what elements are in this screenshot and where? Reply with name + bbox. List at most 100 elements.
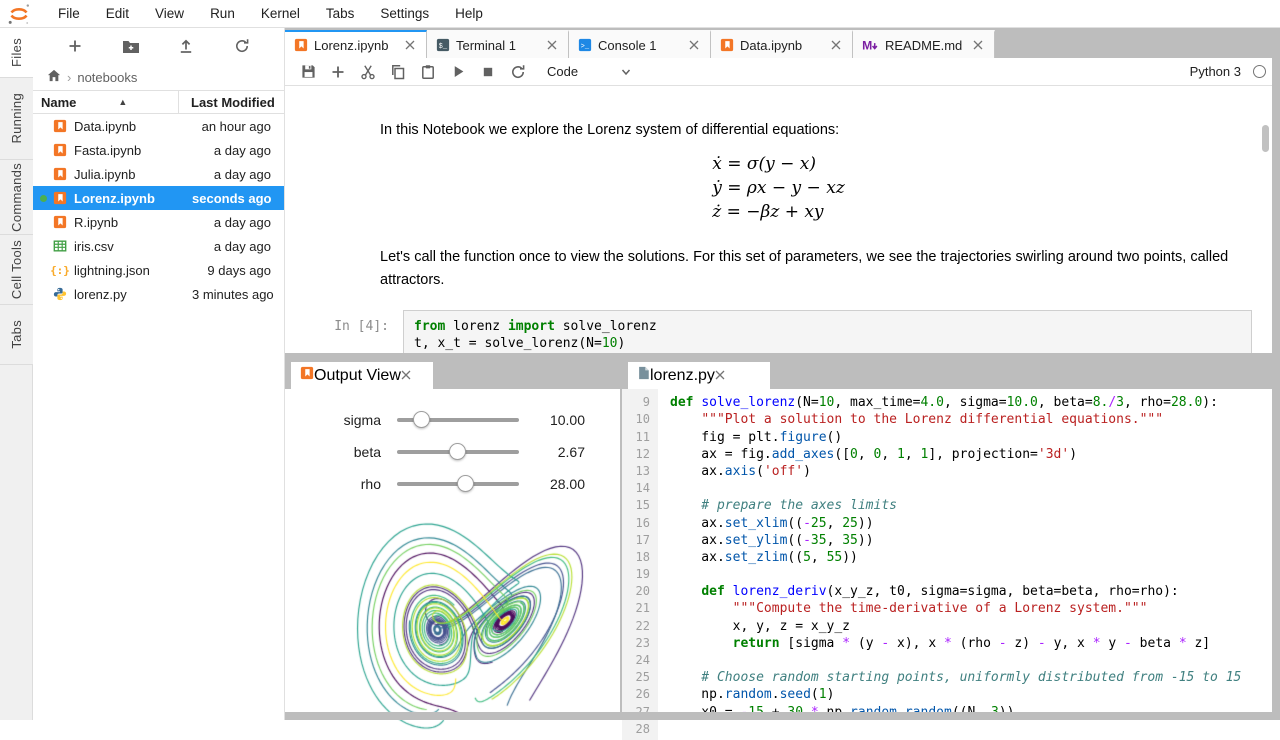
file-browser: › notebooks Name ▲ Last Modified Data.ip… — [33, 28, 285, 720]
slider-handle[interactable] — [413, 411, 430, 428]
upload-button[interactable] — [173, 33, 199, 59]
close-icon[interactable] — [970, 37, 986, 53]
run-button[interactable] — [443, 60, 473, 84]
sidebar-tab-files[interactable]: Files — [0, 28, 34, 78]
slider-handle[interactable] — [449, 443, 466, 460]
sidebar-tab-label: Running — [9, 93, 24, 144]
column-header-modified[interactable]: Last Modified — [179, 95, 275, 110]
menu-settings[interactable]: Settings — [367, 0, 442, 28]
python-icon — [52, 287, 68, 301]
line-number: 26 — [622, 686, 658, 703]
file-row-r-ipynb[interactable]: R.ipynba day ago — [33, 210, 284, 234]
line-number: 15 — [622, 497, 658, 514]
equation-block[interactable]: ẋ = σ(y − x)ẏ = ρx − y − xzż = −βz + xy — [285, 152, 1272, 224]
stop-button[interactable] — [473, 60, 503, 84]
save-button[interactable] — [293, 60, 323, 84]
kernel-name[interactable]: Python 3 — [1190, 64, 1241, 79]
dock-tab-lorenz-ipynb[interactable]: Lorenz.ipynb — [285, 30, 427, 58]
file-row-lorenz-py[interactable]: lorenz.py3 minutes ago — [33, 282, 284, 306]
editor-line: 11 fig = plt.figure() — [622, 429, 1272, 446]
line-number: 19 — [622, 566, 658, 583]
slider-row-sigma: sigma10.00 — [285, 404, 620, 436]
sidebar-tab-label: Tabs — [9, 320, 24, 349]
paste-button[interactable] — [413, 60, 443, 84]
editor-lines: 8 9def solve_lorenz(N=10, max_time=4.0, … — [622, 389, 1272, 738]
insert-cell-button[interactable] — [323, 60, 353, 84]
menu-run[interactable]: Run — [197, 0, 248, 28]
slider-handle[interactable] — [457, 475, 474, 492]
close-icon[interactable] — [544, 37, 560, 53]
dock-tab-label: Terminal 1 — [456, 38, 544, 53]
copy-button[interactable] — [383, 60, 413, 84]
file-row-fasta-ipynb[interactable]: Fasta.ipynba day ago — [33, 138, 284, 162]
home-icon[interactable] — [47, 69, 61, 85]
file-list: Data.ipynban hour agoFasta.ipynba day ag… — [33, 114, 284, 306]
file-row-lightning-json[interactable]: {:}lightning.json9 days ago — [33, 258, 284, 282]
file-row-lorenz-ipynb[interactable]: Lorenz.ipynbseconds ago — [33, 186, 284, 210]
slider-track[interactable] — [397, 475, 519, 493]
lorenz-plot — [330, 512, 620, 740]
cut-button[interactable] — [353, 60, 383, 84]
line-code: x, y, z = x_y_z — [658, 618, 850, 635]
menu-file[interactable]: File — [45, 0, 93, 28]
dock-tab-console-1[interactable]: >_Console 1 — [569, 30, 711, 58]
dock-tab-terminal-1[interactable]: $_Terminal 1 — [427, 30, 569, 58]
editor-line: 9def solve_lorenz(N=10, max_time=4.0, si… — [622, 394, 1272, 411]
code-line: t, x_t = solve_lorenz(N=10) — [414, 335, 1241, 352]
sidebar-tab-label: Cell Tools — [9, 240, 24, 299]
sidebar-tab-running[interactable]: Running — [0, 78, 33, 160]
line-number: 28 — [622, 721, 658, 738]
sidebar-tab-cell-tools[interactable]: Cell Tools — [0, 235, 33, 305]
chevron-down-icon[interactable] — [620, 66, 632, 78]
line-code: ax.set_xlim((-25, 25)) — [658, 515, 874, 532]
refresh-button[interactable] — [229, 33, 255, 59]
json-icon: {:} — [52, 264, 68, 277]
column-header-name[interactable]: Name ▲ — [33, 91, 179, 113]
markdown-cell-intro[interactable]: In this Notebook we explore the Lorenz s… — [380, 122, 1242, 138]
menu-tabs[interactable]: Tabs — [313, 0, 368, 28]
file-modified: a day ago — [192, 143, 284, 158]
close-icon[interactable] — [686, 37, 702, 53]
close-icon[interactable] — [402, 37, 418, 53]
menu-edit[interactable]: Edit — [93, 0, 142, 28]
menu-kernel[interactable]: Kernel — [248, 0, 313, 28]
close-icon[interactable] — [828, 37, 844, 53]
menu-view[interactable]: View — [142, 0, 197, 28]
kernel-status-icon[interactable] — [1253, 65, 1266, 78]
sidebar-tab-commands[interactable]: Commands — [0, 160, 33, 235]
dock-tab-label: Console 1 — [598, 38, 686, 53]
slider-track[interactable] — [397, 411, 519, 429]
file-row-iris-csv[interactable]: iris.csva day ago — [33, 234, 284, 258]
restart-button[interactable] — [503, 60, 533, 84]
notebook-icon — [52, 167, 68, 181]
file-row-data-ipynb[interactable]: Data.ipynban hour ago — [33, 114, 284, 138]
markdown-cell-description[interactable]: Let's call the function once to view the… — [380, 246, 1242, 292]
code-editor[interactable]: 8 9def solve_lorenz(N=10, max_time=4.0, … — [622, 389, 1272, 740]
sidebar-tab-label: Files — [9, 38, 24, 67]
editor-line: 19 — [622, 566, 1272, 583]
line-number: 17 — [622, 532, 658, 549]
editor-line: 18 ax.set_zlim((5, 55)) — [622, 549, 1272, 566]
tab-output-view[interactable]: Output View — [291, 362, 433, 389]
new-launcher-button[interactable] — [62, 33, 88, 59]
line-code: def solve_lorenz(N=10, max_time=4.0, sig… — [658, 394, 1218, 411]
notebook-scrollbar-thumb[interactable] — [1262, 125, 1269, 152]
breadcrumb-path[interactable]: notebooks — [77, 70, 137, 85]
line-number: 21 — [622, 600, 658, 617]
close-icon[interactable] — [401, 367, 411, 385]
tab-lorenz-py[interactable]: lorenz.py — [628, 362, 770, 389]
cell-type-dropdown[interactable]: Code — [547, 64, 578, 79]
slider-track[interactable] — [397, 443, 519, 461]
new-folder-button[interactable] — [118, 33, 144, 59]
code-cell-input[interactable]: from lorenz import solve_lorenzt, x_t = … — [403, 310, 1252, 353]
sidebar-tab-tabs[interactable]: Tabs — [0, 305, 33, 365]
editor-line: 14 — [622, 480, 1272, 497]
file-name: lorenz.py — [74, 287, 192, 302]
dock-tab-data-ipynb[interactable]: Data.ipynb — [711, 30, 853, 58]
slider-label: sigma — [285, 412, 381, 428]
line-code: """Compute the time-derivative of a Lore… — [658, 600, 1147, 617]
close-icon[interactable] — [715, 367, 725, 385]
file-row-julia-ipynb[interactable]: Julia.ipynba day ago — [33, 162, 284, 186]
dock-tab-readme-md[interactable]: MREADME.md — [853, 30, 995, 58]
menu-help[interactable]: Help — [442, 0, 496, 28]
